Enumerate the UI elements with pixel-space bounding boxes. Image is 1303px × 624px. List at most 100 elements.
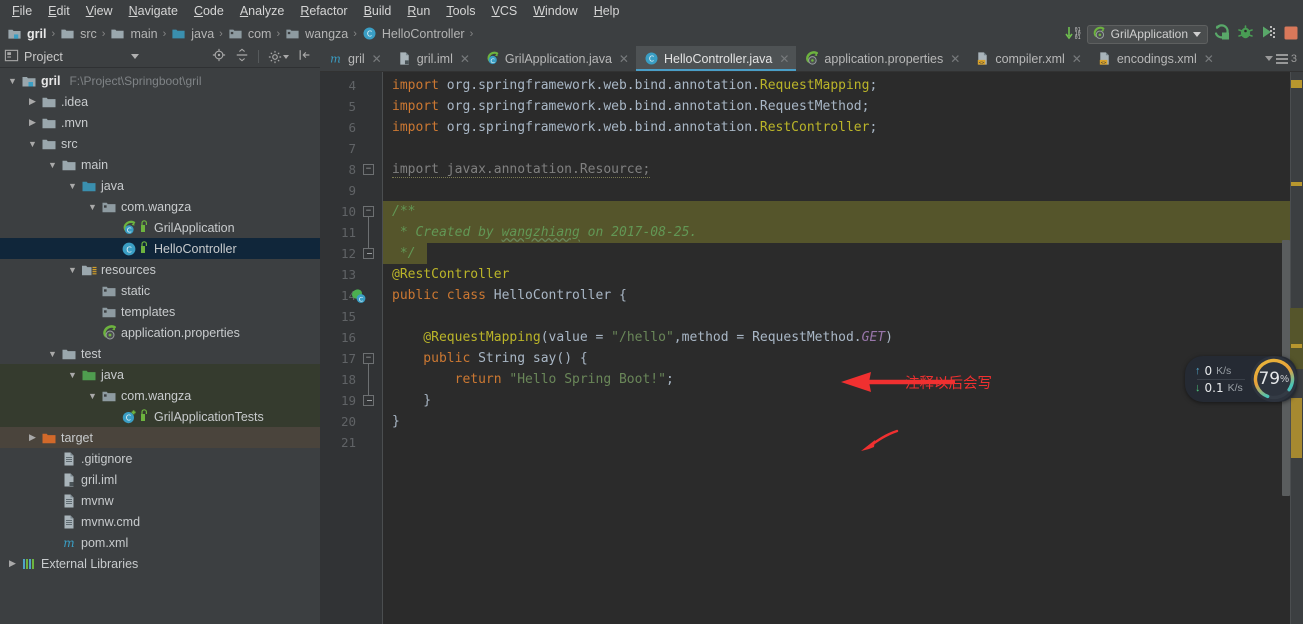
fold-marker-method-end[interactable] (363, 395, 374, 406)
tree-twisty[interactable]: ▼ (46, 160, 59, 170)
menu-item-navigate[interactable]: Navigate (121, 2, 186, 20)
tree-node--mvn[interactable]: ▶ .mvn (0, 112, 320, 133)
fold-marker-javadoc[interactable]: − (363, 206, 374, 217)
fold-marker-method[interactable]: − (363, 353, 374, 364)
menu-item-code[interactable]: Code (186, 2, 232, 20)
menu-item-refactor[interactable]: Refactor (292, 2, 355, 20)
tree-node-main[interactable]: ▼ main (0, 154, 320, 175)
close-icon[interactable]: ✕ (950, 52, 960, 66)
stripe-marker-warning[interactable] (1291, 344, 1302, 348)
code-line-13[interactable]: @RestController (392, 264, 509, 285)
tree-twisty[interactable]: ▶ (26, 117, 39, 128)
code-line-19[interactable]: } (392, 390, 431, 411)
breadcrumb-item-java[interactable]: java (169, 26, 216, 42)
breadcrumb-item-main[interactable]: main (108, 26, 159, 42)
tree-node-templates[interactable]: templates (0, 301, 320, 322)
tree-twisty[interactable]: ▼ (86, 391, 99, 401)
tree-node-pom-xml[interactable]: m pom.xml (0, 532, 320, 553)
fold-marker-imports[interactable]: − (363, 164, 374, 175)
error-stripe-markers[interactable] (1290, 72, 1303, 624)
editor-tab-gril[interactable]: m gril ✕ (320, 46, 389, 71)
tree-node-mvnw-cmd[interactable]: mvnw.cmd (0, 511, 320, 532)
menu-item-analyze[interactable]: Analyze (232, 2, 292, 20)
tree-node-static[interactable]: static (0, 280, 320, 301)
code-line-6[interactable]: import org.springframework.web.bind.anno… (392, 117, 877, 138)
stop-button[interactable] (1283, 25, 1299, 44)
locate-icon[interactable] (212, 48, 226, 65)
code-line-12[interactable]: */ (392, 243, 416, 264)
stripe-marker-warning[interactable] (1291, 182, 1302, 186)
update-project-icon[interactable]: 01 10 01 (1064, 27, 1081, 41)
stripe-marker-warning[interactable] (1291, 80, 1302, 88)
code-line-14[interactable]: public class HelloController { (392, 285, 627, 306)
settings-gear-icon[interactable] (268, 50, 289, 64)
code-line-20[interactable]: } (392, 411, 400, 432)
code-line-7[interactable] (392, 138, 400, 159)
code-line-17[interactable]: public String say() { (392, 348, 587, 369)
stripe-marker-warning[interactable] (1291, 398, 1302, 458)
debug-button[interactable] (1237, 24, 1254, 44)
code-line-9[interactable] (392, 180, 400, 201)
editor-tab-compiler-xml[interactable]: <> compiler.xml ✕ (967, 46, 1089, 71)
tree-node-hellocontroller[interactable]: C HelloController (0, 238, 320, 259)
chevron-down-icon[interactable] (1264, 56, 1273, 61)
code-line-5[interactable]: import org.springframework.web.bind.anno… (392, 96, 869, 117)
tree-twisty[interactable]: ▼ (66, 265, 79, 275)
tree-twisty[interactable]: ▼ (66, 370, 79, 380)
menu-item-file[interactable]: File (4, 2, 40, 20)
close-icon[interactable]: ✕ (1072, 52, 1082, 66)
breadcrumb-item-com[interactable]: com (226, 26, 274, 42)
tree-twisty[interactable]: ▼ (66, 181, 79, 191)
menu-item-help[interactable]: Help (586, 2, 628, 20)
tree-node-grilapplicationtests[interactable]: C GrilApplicationTests (0, 406, 320, 427)
tree-node-target[interactable]: ▶ target (0, 427, 320, 448)
menu-item-build[interactable]: Build (356, 2, 400, 20)
editor-tab-application-properties[interactable]: application.properties ✕ (796, 46, 967, 71)
code-line-4[interactable]: import org.springframework.web.bind.anno… (392, 75, 877, 96)
editor-tab-grilapplication-java[interactable]: C GrilApplication.java ✕ (477, 46, 636, 71)
close-icon[interactable]: ✕ (372, 52, 382, 66)
editor-tab-hellocontroller-java[interactable]: C HelloController.java ✕ (635, 46, 797, 71)
code-line-18[interactable]: return "Hello Spring Boot!"; (392, 369, 674, 390)
fold-marker-javadoc-end[interactable] (363, 248, 374, 259)
breadcrumb-item-wangza[interactable]: wangza (283, 26, 350, 42)
menu-item-tools[interactable]: Tools (438, 2, 483, 20)
hide-pane-icon[interactable] (298, 48, 312, 65)
tree-node-grilapplication[interactable]: C GrilApplication (0, 217, 320, 238)
code-editor[interactable]: 4 5 6 7 8 9 10 11 12 13 14 C 15 16 17 18 19 20 21− − − impor… (320, 72, 1303, 624)
code-line-8[interactable]: import javax.annotation.Resource; (392, 159, 651, 180)
breadcrumb-item-src[interactable]: src (58, 26, 99, 42)
tree-node-java[interactable]: ▼ java (0, 364, 320, 385)
tree-twisty[interactable]: ▶ (26, 432, 39, 443)
close-icon[interactable]: ✕ (1204, 52, 1214, 66)
close-icon[interactable]: ✕ (619, 52, 629, 66)
menu-item-view[interactable]: View (78, 2, 121, 20)
tree-node-src[interactable]: ▼ src (0, 133, 320, 154)
tree-node-external-libraries[interactable]: ▶ External Libraries (0, 553, 320, 574)
tree-twisty[interactable]: ▶ (26, 96, 39, 107)
editor-gutter[interactable]: 4 5 6 7 8 9 10 11 12 13 14 C 15 16 17 18 19 20 21− − − (320, 72, 382, 624)
editor-tab-encodings-xml[interactable]: <> encodings.xml ✕ (1089, 46, 1221, 71)
tree-node-java[interactable]: ▼ java (0, 175, 320, 196)
close-icon[interactable]: ✕ (460, 52, 470, 66)
tree-twisty[interactable]: ▼ (46, 349, 59, 359)
tree-node-resources[interactable]: ▼ resources (0, 259, 320, 280)
menu-item-run[interactable]: Run (399, 2, 438, 20)
project-tree[interactable]: ▼ gril F:\Project\Springboot\gril ▶ .idea ▶ .m… (0, 68, 320, 624)
tree-node-gril-iml[interactable]: gril.iml (0, 469, 320, 490)
run-button[interactable] (1214, 24, 1231, 44)
code-line-11[interactable]: * Created by wangzhiang on 2017-08-25. (392, 222, 697, 243)
tree-node-test[interactable]: ▼ test (0, 343, 320, 364)
chevron-down-icon[interactable] (1193, 31, 1201, 37)
tree-twisty[interactable]: ▼ (6, 76, 19, 86)
tree-node-gril[interactable]: ▼ gril F:\Project\Springboot\gril (0, 70, 320, 91)
tab-list-dropdown[interactable]: 3 (1259, 46, 1303, 71)
close-icon[interactable]: ✕ (779, 52, 789, 66)
tree-twisty[interactable]: ▼ (26, 139, 39, 149)
breadcrumb-item-gril[interactable]: gril (5, 26, 48, 42)
tree-node--gitignore[interactable]: .gitignore (0, 448, 320, 469)
tree-node-com-wangza[interactable]: ▼ com.wangza (0, 196, 320, 217)
run-configuration-selector[interactable]: GrilApplication (1086, 24, 1208, 44)
menu-item-window[interactable]: Window (525, 2, 585, 20)
menu-item-edit[interactable]: Edit (40, 2, 78, 20)
